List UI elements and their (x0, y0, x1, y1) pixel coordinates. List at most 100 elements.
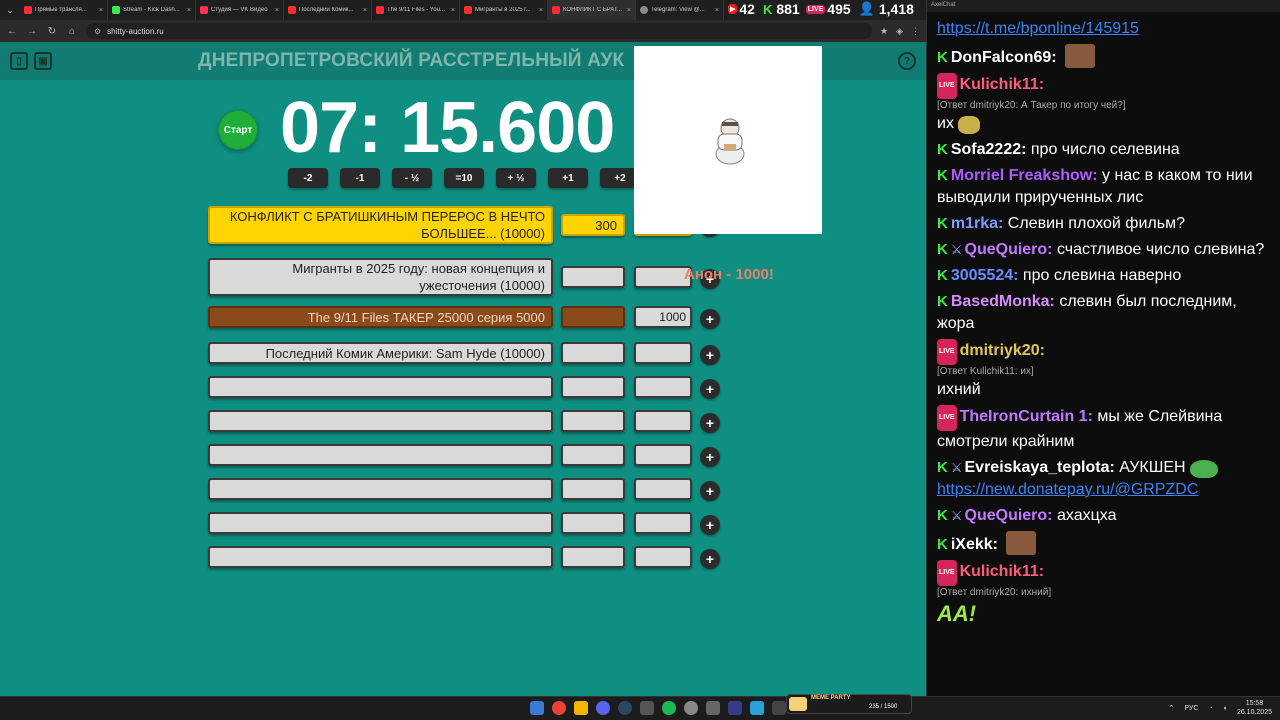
close-icon[interactable]: × (627, 7, 631, 14)
browser-tab[interactable]: Последний Комик... × (284, 0, 372, 20)
app-icon[interactable] (728, 701, 742, 715)
lot-plus-button[interactable]: + (700, 413, 720, 433)
close-icon[interactable]: × (187, 7, 191, 14)
discord-icon[interactable] (596, 701, 610, 715)
menu-icon[interactable]: ⋮ (911, 26, 920, 37)
lot-plus-button[interactable]: + (700, 345, 720, 365)
time-adjust-button[interactable]: + ½ (496, 168, 536, 188)
lot-add-input[interactable] (634, 478, 692, 500)
app-icon[interactable] (772, 701, 786, 715)
lot-add-input[interactable] (634, 512, 692, 534)
language-indicator[interactable]: РУС (1184, 705, 1198, 712)
lot-name-input[interactable]: Последний Комик Америки: Sam Hyde (10000… (208, 342, 553, 364)
clock[interactable]: 15:58 26.10.2025 (1237, 699, 1272, 717)
kick-icon: K (937, 49, 948, 66)
lot-amount-input[interactable] (561, 342, 625, 364)
chat-username: m1rka: (950, 215, 1004, 232)
lot-amount-input[interactable] (561, 306, 625, 328)
chat-text: счастливое число слевина? (1056, 241, 1265, 258)
lot-name-input[interactable] (208, 512, 553, 534)
lot-name-input[interactable] (208, 546, 553, 568)
home-icon[interactable]: ⌂ (66, 26, 78, 37)
lot-add-input[interactable] (634, 444, 692, 466)
lot-plus-button[interactable]: + (700, 309, 720, 329)
time-adjust-button[interactable]: =10 (444, 168, 484, 188)
lot-amount-input[interactable] (561, 546, 625, 568)
lot-name-input[interactable]: КОНФЛИКТ С БРАТИШКИНЫМ ПЕРЕРОС В НЕЧТО Б… (208, 206, 553, 244)
chrome-icon[interactable] (552, 701, 566, 715)
lot-amount-input[interactable] (561, 266, 625, 288)
tray-chevron-icon[interactable]: ⌃ (1169, 704, 1175, 712)
lot-amount-input[interactable] (561, 410, 625, 432)
save-icon[interactable]: ▣ (34, 52, 52, 70)
lot-amount-input[interactable] (561, 512, 625, 534)
lot-amount-input[interactable]: 300 (561, 214, 625, 236)
site-info-icon[interactable]: ⚙ (94, 27, 101, 36)
time-adjust-button[interactable]: -1 (340, 168, 380, 188)
lot-plus-button[interactable]: + (700, 379, 720, 399)
browser-tab[interactable]: Stream - Kick Dash... × (108, 0, 196, 20)
lot-add-input[interactable] (634, 546, 692, 568)
chat-text: АУКШЕН (1119, 459, 1186, 476)
tab-search-icon[interactable]: ⌄ (0, 0, 20, 20)
obs-icon[interactable] (684, 701, 698, 715)
browser-tab[interactable]: The 9/11 Files - You... × (372, 0, 460, 20)
lot-add-input[interactable] (634, 342, 692, 364)
spotify-icon[interactable] (662, 701, 676, 715)
sidebar-toggle-icon[interactable]: ▯ (10, 52, 28, 70)
chat-link[interactable]: https://t.me/bponline/145915 (937, 20, 1139, 37)
app-icon[interactable] (640, 701, 654, 715)
browser-tab[interactable]: КОНФЛИКТ С БРАТ... × (548, 0, 636, 20)
close-icon[interactable]: × (363, 7, 367, 14)
lot-name-input[interactable] (208, 478, 553, 500)
lot-add-input[interactable] (634, 410, 692, 432)
lot-name-input[interactable]: The 9/11 Files ТАКЕР 25000 серия 5000 (208, 306, 553, 328)
back-icon[interactable]: ← (6, 26, 18, 37)
close-icon[interactable]: × (715, 7, 719, 14)
chat-text: их (937, 115, 954, 132)
lot-name-input[interactable] (208, 376, 553, 398)
lot-amount-input[interactable] (561, 444, 625, 466)
browser-tab[interactable]: Мигранты в 2025 г... × (460, 0, 548, 20)
close-icon[interactable]: × (99, 7, 103, 14)
chat-message: LIVE TheIronCurtain 1: мы же Слейвина смо… (937, 405, 1273, 453)
lot-add-input[interactable]: 1000 (634, 306, 692, 328)
extensions-icon[interactable]: ◈ (896, 26, 903, 37)
lot-name-input[interactable]: Мигранты в 2025 году: новая концепция и … (208, 258, 553, 296)
close-icon[interactable]: × (539, 7, 543, 14)
steam-icon[interactable] (618, 701, 632, 715)
lot-name-input[interactable] (208, 410, 553, 432)
chat-username: TheIronCurtain 1: (959, 408, 1093, 425)
volume-icon[interactable]: ◖ (1223, 705, 1227, 712)
browser-tab[interactable]: Telegram: View @... × (636, 0, 724, 20)
time-adjust-button[interactable]: +1 (548, 168, 588, 188)
lot-plus-button[interactable]: + (700, 515, 720, 535)
start-button[interactable]: Старт (218, 110, 258, 150)
close-icon[interactable]: × (451, 7, 455, 14)
lot-name-input[interactable] (208, 444, 553, 466)
browser-tab[interactable]: Прямые трансля... × (20, 0, 108, 20)
lot-plus-button[interactable]: + (700, 549, 720, 569)
bookmark-star-icon[interactable]: ★ (880, 26, 888, 37)
url-field[interactable]: ⚙ shitty-auction.ru (86, 23, 872, 39)
lot-plus-button[interactable]: + (700, 447, 720, 467)
chat-username: QueQuiero: (964, 507, 1053, 524)
forward-icon[interactable]: → (26, 26, 38, 37)
telegram-icon[interactable] (750, 701, 764, 715)
start-menu-icon[interactable] (530, 701, 544, 715)
app-icon[interactable] (706, 701, 720, 715)
lot-add-input[interactable] (634, 376, 692, 398)
person-icon: 👤 (858, 1, 875, 16)
help-icon[interactable]: ? (898, 52, 916, 70)
lot-plus-button[interactable]: + (700, 481, 720, 501)
time-adjust-button[interactable]: -2 (288, 168, 328, 188)
time-adjust-button[interactable]: - ½ (392, 168, 432, 188)
browser-tab[interactable]: Студия — VK Видео × (196, 0, 284, 20)
close-icon[interactable]: × (275, 7, 279, 14)
chat-link[interactable]: https://new.donatepay.ru/@GRPZDC (937, 481, 1198, 498)
explorer-icon[interactable] (574, 701, 588, 715)
network-icon[interactable]: ◔ (1208, 705, 1212, 712)
reload-icon[interactable]: ↻ (46, 26, 58, 37)
lot-amount-input[interactable] (561, 478, 625, 500)
lot-amount-input[interactable] (561, 376, 625, 398)
